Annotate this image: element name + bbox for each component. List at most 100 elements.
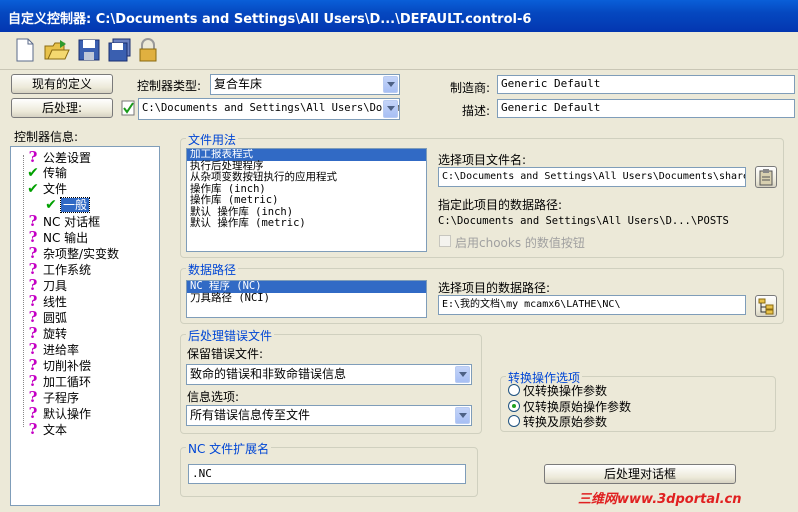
- file-usage-title: 文件用法: [186, 131, 239, 148]
- browse-path-button[interactable]: [755, 295, 777, 317]
- tree-item[interactable]: ✔ 一般: [41, 197, 91, 213]
- data-path-field[interactable]: E:\我的文档\my mcamx6\LATHE\NC\: [438, 295, 746, 315]
- select-file-label: 选择项目文件名:: [438, 153, 527, 167]
- tree-item-label: 进给率: [43, 343, 80, 357]
- convert-option-radio-0[interactable]: [508, 384, 520, 396]
- tree-item-label: 公差设置: [43, 151, 92, 165]
- current-definition-button[interactable]: 现有的定义: [11, 74, 113, 94]
- tree-item-label: NC 对话框: [43, 215, 101, 229]
- tree-item[interactable]: ? 杂项整/实变数: [23, 245, 119, 261]
- data-path-list[interactable]: NC 程序 (NC) 刀具路径 (NCI): [186, 280, 427, 318]
- controller-info-label: 控制器信息:: [14, 130, 79, 144]
- tree-item-label: 子程序: [43, 391, 80, 405]
- question-icon: ?: [28, 404, 38, 422]
- tree-item[interactable]: ? 切削补偿: [23, 357, 91, 373]
- check-icon: ✔: [27, 165, 39, 181]
- description-label: 描述:: [462, 104, 491, 118]
- info-option-select[interactable]: 所有错误信息传至文件: [186, 405, 472, 426]
- manufacturer-label: 制造商:: [450, 81, 491, 95]
- controller-type-select[interactable]: 复合车床: [210, 74, 400, 95]
- post-processor-button[interactable]: 后处理:: [11, 98, 113, 118]
- description-field[interactable]: Generic Default: [497, 99, 795, 118]
- data-path-spec-label: 指定此项目的数据路径:: [438, 198, 563, 212]
- question-icon: ?: [28, 260, 38, 278]
- question-icon: ?: [28, 372, 38, 390]
- watermark-text: 三维网www.3dportal.cn: [578, 492, 742, 507]
- check-icon: ✔: [27, 181, 39, 197]
- question-icon: ?: [28, 356, 38, 374]
- tree-item[interactable]: ? 公差设置: [23, 149, 91, 165]
- convert-option-radio-2[interactable]: [508, 415, 520, 427]
- list-item[interactable]: 从杂项变数按钮执行的应用程式: [187, 171, 426, 184]
- tree-item-label: 传输: [43, 166, 68, 180]
- keep-error-value: 致命的错误和非致命错误信息: [190, 367, 347, 381]
- data-path-spec-value: C:\Documents and Settings\All Users\D...…: [438, 215, 729, 227]
- list-item[interactable]: 加工报表程式: [187, 149, 426, 161]
- lock-icon[interactable]: [136, 38, 160, 64]
- chevron-down-icon[interactable]: [383, 76, 398, 93]
- tree-item[interactable]: ✔ 文件: [23, 181, 67, 197]
- tree-item[interactable]: ? 进给率: [23, 341, 79, 357]
- new-file-icon[interactable]: [14, 38, 38, 64]
- post-path-select[interactable]: C:\Documents and Settings\All Users\Docu…: [138, 98, 400, 120]
- tree-item-label: 杂项整/实变数: [43, 247, 120, 261]
- tree-item-label: 文件: [43, 182, 68, 196]
- question-icon: ?: [28, 420, 38, 438]
- chooks-label: 启用chooks 的数值按钮: [455, 236, 585, 250]
- toolbar: [0, 32, 798, 70]
- select-file-field[interactable]: C:\Documents and Settings\All Users\Docu…: [438, 167, 746, 187]
- controller-definition-window: 自定义控制器: C:\Documents and Settings\All Us…: [0, 0, 798, 512]
- title-bar: 自定义控制器: C:\Documents and Settings\All Us…: [0, 0, 798, 32]
- list-item[interactable]: NC 程序 (NC): [187, 281, 426, 293]
- question-icon: ?: [28, 340, 38, 358]
- convert-option-label-2: 转换及原始参数: [523, 415, 608, 429]
- controller-info-tree[interactable]: ? 公差设置 ✔ 传输 ✔ 文件 ✔ 一般? NC 对话框? NC 输出? 杂项整/实变数? 工作系统…: [10, 146, 160, 506]
- controller-type-value: 复合车床: [214, 77, 263, 91]
- question-icon: ?: [28, 244, 38, 262]
- chevron-down-icon[interactable]: [383, 100, 398, 118]
- info-option-label: 信息选项:: [187, 390, 240, 404]
- tree-item-label: 旋转: [43, 327, 68, 341]
- tree-item-label: 一般: [59, 197, 91, 213]
- tree-item-label: 工作系统: [43, 263, 92, 277]
- tree-item[interactable]: ? 旋转: [23, 325, 67, 341]
- question-icon: ?: [28, 228, 38, 246]
- file-usage-list[interactable]: 加工报表程式 执行后处理程序 从杂项变数按钮执行的应用程式 操作库 (inch) 操作库…: [186, 148, 427, 252]
- save-icon[interactable]: [78, 38, 102, 64]
- tree-item[interactable]: ? NC 输出: [23, 228, 89, 246]
- controller-type-label: 控制器类型:: [137, 79, 202, 93]
- list-item[interactable]: 操作库 (metric): [187, 194, 426, 207]
- tree-item-label: 加工循环: [43, 375, 92, 389]
- question-icon: ?: [28, 388, 38, 406]
- tree-item[interactable]: ✔ 传输: [23, 165, 67, 181]
- tree-item[interactable]: ? 子程序: [23, 389, 79, 405]
- browse-file-button[interactable]: [755, 166, 777, 188]
- tree-item[interactable]: ? 刀具: [23, 277, 67, 293]
- tree-item[interactable]: ? NC 对话框: [23, 213, 101, 229]
- manufacturer-field[interactable]: Generic Default: [497, 75, 795, 94]
- tree-item-label: 圆弧: [43, 311, 68, 325]
- list-item[interactable]: 默认 操作库 (metric): [187, 217, 426, 230]
- chevron-down-icon[interactable]: [455, 407, 470, 424]
- chevron-down-icon[interactable]: [455, 366, 470, 383]
- convert-option-radio-1[interactable]: [508, 400, 520, 412]
- question-icon: ?: [28, 292, 38, 310]
- nc-extension-field[interactable]: .NC: [188, 464, 466, 484]
- tree-item[interactable]: ? 文本: [23, 421, 67, 437]
- open-folder-icon[interactable]: [44, 38, 70, 64]
- question-icon: ?: [28, 308, 38, 326]
- tree-item[interactable]: ? 默认操作: [23, 405, 91, 421]
- tree-item[interactable]: ? 线性: [23, 293, 67, 309]
- question-icon: ?: [28, 148, 38, 166]
- tree-item[interactable]: ? 工作系统: [23, 261, 91, 277]
- tree-item-label: 切削补偿: [43, 359, 92, 373]
- tree-item-label: 默认操作: [43, 407, 92, 421]
- list-item[interactable]: 刀具路径 (NCI): [187, 292, 426, 305]
- post-dialog-button[interactable]: 后处理对话框: [544, 464, 736, 484]
- chooks-checkbox[interactable]: [439, 235, 451, 247]
- keep-error-select[interactable]: 致命的错误和非致命错误信息: [186, 364, 472, 385]
- check-icon: ✔: [45, 197, 57, 213]
- tree-item[interactable]: ? 圆弧: [23, 309, 67, 325]
- save-all-icon[interactable]: [108, 38, 132, 64]
- tree-item[interactable]: ? 加工循环: [23, 373, 91, 389]
